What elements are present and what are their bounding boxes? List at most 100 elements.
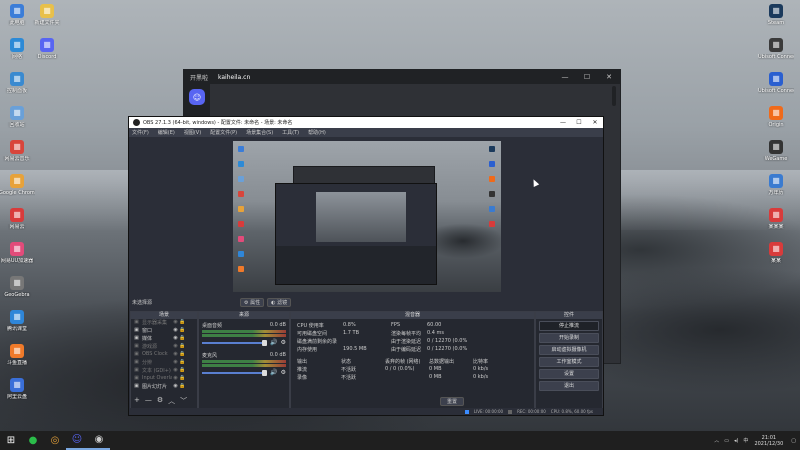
obs-menu-item[interactable]: 场景集合(S): [246, 129, 273, 136]
lock-icon[interactable]: 🔒: [179, 319, 186, 325]
lock-icon[interactable]: 🔒: [179, 335, 186, 341]
desktop-icon[interactable]: ■ 万年历: [758, 174, 794, 196]
desktop-icon[interactable]: ■ 网易UU加速器: [0, 242, 35, 264]
source-row[interactable]: ▣ OBS Clock ◉ 🔒: [130, 350, 196, 358]
lock-icon[interactable]: 🔒: [179, 343, 186, 349]
obs-icon[interactable]: ◉: [88, 431, 110, 450]
chrome-icon[interactable]: ◎: [44, 431, 66, 450]
close-icon[interactable]: ✕: [598, 73, 620, 81]
discord-icon[interactable]: ☺: [66, 431, 88, 450]
desktop-icon[interactable]: ■ Origin: [758, 106, 794, 128]
desktop-icon[interactable]: ■ Discord: [29, 38, 65, 60]
notification-icon[interactable]: ▢: [791, 438, 796, 444]
lock-icon[interactable]: 🔒: [179, 367, 186, 373]
visibility-eye-icon[interactable]: ◉: [172, 335, 179, 341]
obs-titlebar[interactable]: OBS 27.1.3 (64-bit, windows) - 配置文件: 未命名…: [129, 117, 603, 128]
visibility-eye-icon[interactable]: ◉: [172, 351, 179, 357]
obs-menu-item[interactable]: 工具(T): [282, 129, 299, 136]
visibility-eye-icon[interactable]: ◉: [172, 375, 179, 381]
desktop-icon[interactable]: ■ 某某: [758, 242, 794, 264]
maximize-icon[interactable]: ☐: [576, 73, 598, 81]
fader-knob[interactable]: [262, 339, 268, 346]
desktop-icon[interactable]: ■ 回收站: [0, 106, 35, 128]
visibility-eye-icon[interactable]: ◉: [172, 367, 179, 373]
visibility-eye-icon[interactable]: ◉: [172, 383, 179, 389]
obs-menu-item[interactable]: 编辑(E): [158, 129, 175, 136]
volume-icon[interactable]: ◂): [734, 438, 738, 444]
control-button[interactable]: 工作室模式: [539, 357, 599, 367]
control-button[interactable]: 启动虚拟摄像机: [539, 345, 599, 355]
input-language[interactable]: 中: [743, 437, 748, 444]
visibility-eye-icon[interactable]: ◉: [172, 327, 179, 333]
tray-up-icon[interactable]: ︿: [714, 437, 719, 444]
desktop-icon[interactable]: ■ 网易云音乐: [0, 140, 35, 162]
clock[interactable]: 21:01 2021/12/30: [754, 435, 783, 447]
desktop-icon[interactable]: ■ Ubisoft Connect: [758, 72, 794, 94]
obs-maximize-icon[interactable]: ☐: [571, 119, 587, 126]
source-row[interactable]: ▣ 分辨 ◉ 🔒: [130, 358, 196, 366]
desktop-icon[interactable]: ■ 控制面板: [0, 72, 35, 94]
control-button[interactable]: 停止推流: [539, 321, 599, 331]
down-icon[interactable]: ﹀: [180, 396, 187, 406]
start-icon[interactable]: ⊞: [0, 431, 22, 450]
desktop-icon[interactable]: ■ Google Chrome: [0, 174, 35, 196]
desktop-icon[interactable]: ■ 腾讯课堂: [0, 310, 35, 332]
volume-fader[interactable]: 🔊 ⚙: [202, 369, 286, 376]
desktop-icon[interactable]: ■ 某某某: [758, 208, 794, 230]
kaiheila-scrollbar[interactable]: [612, 86, 616, 106]
desktop-icon[interactable]: ■ 新建文件夹: [29, 4, 65, 26]
source-row[interactable]: ▣ 文本 (GDI+) ◉ 🔒: [130, 366, 196, 374]
wechat-icon[interactable]: ●: [22, 431, 44, 450]
lock-icon[interactable]: 🔒: [179, 375, 186, 381]
lock-icon[interactable]: 🔒: [179, 359, 186, 365]
visibility-eye-icon[interactable]: ◉: [172, 359, 179, 365]
source-row[interactable]: ▣ Input Overla ◉ 🔒: [130, 374, 196, 382]
visibility-eye-icon[interactable]: ◉: [172, 319, 179, 325]
obs-minimize-icon[interactable]: —: [555, 119, 571, 126]
desktop-icon[interactable]: ■ 网易云: [0, 208, 35, 230]
source-row[interactable]: ▣ 显示器采集 ◉ 🔒: [130, 318, 196, 326]
obs-menu-item[interactable]: 帮助(H): [308, 129, 326, 136]
desktop-icon[interactable]: ■ 斗鱼直播: [0, 344, 35, 366]
control-button[interactable]: 退出: [539, 381, 599, 391]
desktop-icon[interactable]: ■ GeoGebra: [0, 276, 35, 298]
filters-button[interactable]: ◐ 滤镜: [267, 297, 292, 307]
source-row[interactable]: ▣ 游戏源 ◉ 🔒: [130, 342, 196, 350]
visibility-eye-icon[interactable]: ◉: [172, 343, 179, 349]
speaker-icon[interactable]: 🔊: [270, 369, 277, 376]
fader-knob[interactable]: [262, 369, 268, 376]
source-row[interactable]: ▣ 图片幻灯片 ◉ 🔒: [130, 382, 196, 390]
obs-preview[interactable]: [233, 141, 501, 292]
source-row[interactable]: ▣ 媒体 ◉ 🔒: [130, 334, 196, 342]
volume-fader[interactable]: 🔊 ⚙: [202, 339, 286, 346]
desktop-icon[interactable]: ■ Steam: [758, 4, 794, 26]
add-icon[interactable]: +: [134, 396, 140, 406]
obs-menu-item[interactable]: 视图(V): [184, 129, 201, 136]
obs-menu-item[interactable]: 配置文件(P): [210, 129, 237, 136]
gear-icon[interactable]: ⚙: [281, 369, 286, 376]
speaker-icon[interactable]: 🔊: [270, 339, 277, 346]
reset-stats-button[interactable]: 重置: [439, 397, 464, 406]
desktop-icon[interactable]: ■ 阿里云盘: [0, 378, 35, 400]
properties-button[interactable]: ⚙ 属性: [240, 297, 265, 307]
up-icon[interactable]: ︿: [168, 396, 175, 406]
minimize-icon[interactable]: —: [554, 73, 576, 81]
network-tray-icon[interactable]: ▭: [724, 438, 729, 444]
gear-icon[interactable]: ⚙: [281, 339, 286, 346]
discord-home-icon[interactable]: ☺: [189, 89, 205, 105]
lock-icon[interactable]: 🔒: [179, 351, 186, 357]
control-button[interactable]: 开始录制: [539, 333, 599, 343]
fader-track[interactable]: [202, 369, 268, 376]
lock-icon[interactable]: 🔒: [179, 327, 186, 333]
lock-icon[interactable]: 🔒: [179, 383, 186, 389]
kaiheila-titlebar[interactable]: 开黑啦 kaiheila.cn — ☐ ✕: [184, 70, 620, 84]
fader-track[interactable]: [202, 339, 268, 346]
obs-window[interactable]: OBS 27.1.3 (64-bit, windows) - 配置文件: 未命名…: [128, 116, 604, 416]
obs-menu-item[interactable]: 文件(F): [132, 129, 149, 136]
obs-close-icon[interactable]: ✕: [587, 119, 603, 126]
desktop-icon[interactable]: ■ WeGame: [758, 140, 794, 162]
gear-icon[interactable]: ⚙: [157, 396, 163, 406]
desktop-icon[interactable]: ■ Ubisoft Connect: [758, 38, 794, 60]
remove-icon[interactable]: —: [145, 396, 152, 406]
control-button[interactable]: 设置: [539, 369, 599, 379]
